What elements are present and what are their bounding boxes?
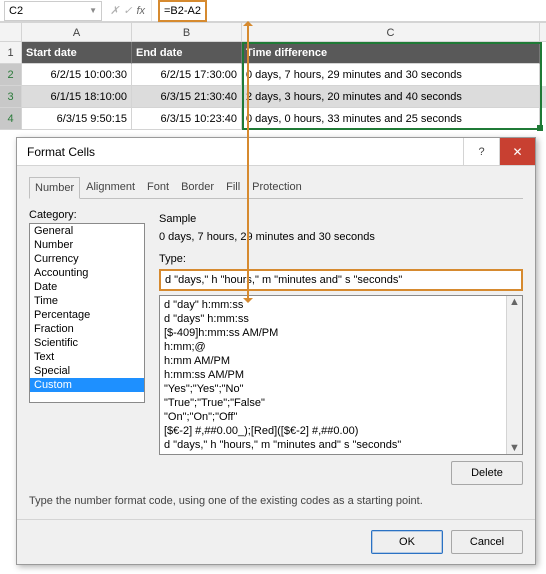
delete-button[interactable]: Delete: [451, 461, 523, 485]
type-list[interactable]: d "day" h:mm:ss d "days" h:mm:ss [$-409]…: [159, 295, 523, 455]
category-date[interactable]: Date: [30, 280, 144, 294]
fx-icon[interactable]: fx: [136, 5, 145, 17]
spreadsheet-grid: A B C 1 Start date End date Time differe…: [0, 22, 546, 130]
ok-button[interactable]: OK: [371, 530, 443, 554]
column-header-b[interactable]: B: [132, 23, 242, 41]
type-option[interactable]: h:mm AM/PM: [160, 354, 522, 368]
row-header-3[interactable]: 3: [0, 86, 22, 108]
scrollbar[interactable]: ▲▼: [506, 296, 522, 454]
name-box[interactable]: C2 ▼: [4, 1, 102, 21]
tab-number[interactable]: Number: [29, 177, 80, 199]
name-box-text: C2: [9, 5, 23, 17]
dialog-title: Format Cells: [27, 145, 95, 159]
formula-bar[interactable]: =B2-A2: [152, 0, 546, 22]
header-cell-diff[interactable]: Time difference: [242, 42, 540, 64]
cell-a3[interactable]: 6/1/15 18:10:00: [22, 86, 132, 108]
category-number[interactable]: Number: [30, 238, 144, 252]
type-option[interactable]: d "day" h:mm:ss: [160, 298, 522, 312]
dialog-titlebar[interactable]: Format Cells ? ✕: [17, 138, 535, 166]
cell-a4[interactable]: 6/3/15 9:50:15: [22, 108, 132, 130]
cell-b2[interactable]: 6/2/15 17:30:00: [132, 64, 242, 86]
header-cell-end[interactable]: End date: [132, 42, 242, 64]
scroll-up-icon[interactable]: ▲: [509, 296, 520, 308]
type-option[interactable]: "Yes";"Yes";"No": [160, 382, 522, 396]
chevron-down-icon[interactable]: ▼: [89, 6, 97, 15]
row-header-1[interactable]: 1: [0, 42, 22, 64]
hint-text: Type the number format code, using one o…: [29, 495, 523, 507]
header-cell-start[interactable]: Start date: [22, 42, 132, 64]
category-list[interactable]: General Number Currency Accounting Date …: [29, 223, 145, 403]
category-custom[interactable]: Custom: [30, 378, 144, 392]
category-time[interactable]: Time: [30, 294, 144, 308]
cancel-icon[interactable]: ✗: [110, 4, 119, 17]
type-option[interactable]: [$€-2] #,##0.00_);[Red]([$€-2] #,##0.00): [160, 424, 522, 438]
category-text[interactable]: Text: [30, 350, 144, 364]
category-label: Category:: [29, 209, 145, 221]
tab-protection[interactable]: Protection: [246, 176, 308, 198]
category-percentage[interactable]: Percentage: [30, 308, 144, 322]
category-accounting[interactable]: Accounting: [30, 266, 144, 280]
category-special[interactable]: Special: [30, 364, 144, 378]
category-general[interactable]: General: [30, 224, 144, 238]
type-label: Type:: [159, 253, 523, 265]
row-header-4[interactable]: 4: [0, 108, 22, 130]
tab-fill[interactable]: Fill: [220, 176, 246, 198]
cell-b4[interactable]: 6/3/15 10:23:40: [132, 108, 242, 130]
tab-font[interactable]: Font: [141, 176, 175, 198]
annotation-arrow: [247, 22, 249, 302]
column-header-c[interactable]: C: [242, 23, 540, 41]
row-header-2[interactable]: 2: [0, 64, 22, 86]
formula-text: =B2-A2: [158, 0, 207, 22]
formula-tools: ✗ ✓ fx: [104, 0, 152, 21]
cell-c2[interactable]: 0 days, 7 hours, 29 minutes and 30 secon…: [242, 64, 540, 86]
accept-icon[interactable]: ✓: [123, 4, 132, 17]
type-input[interactable]: [159, 269, 523, 291]
dialog-tabs: Number Alignment Font Border Fill Protec…: [29, 176, 523, 199]
tab-alignment[interactable]: Alignment: [80, 176, 141, 198]
cell-c3[interactable]: 2 days, 3 hours, 20 minutes and 40 secon…: [242, 86, 540, 108]
format-cells-dialog: Format Cells ? ✕ Number Alignment Font B…: [16, 137, 536, 565]
category-fraction[interactable]: Fraction: [30, 322, 144, 336]
type-option[interactable]: d "days" h:mm:ss: [160, 312, 522, 326]
category-scientific[interactable]: Scientific: [30, 336, 144, 350]
cell-c4[interactable]: 0 days, 0 hours, 33 minutes and 25 secon…: [242, 108, 540, 130]
type-option[interactable]: [$-409]h:mm:ss AM/PM: [160, 326, 522, 340]
select-all-corner[interactable]: [0, 23, 22, 41]
sample-label: Sample: [159, 213, 523, 225]
category-currency[interactable]: Currency: [30, 252, 144, 266]
close-button[interactable]: ✕: [499, 138, 535, 165]
type-option[interactable]: "True";"True";"False": [160, 396, 522, 410]
help-button[interactable]: ?: [463, 138, 499, 165]
scroll-down-icon[interactable]: ▼: [509, 442, 520, 454]
type-option[interactable]: h:mm;@: [160, 340, 522, 354]
cancel-button[interactable]: Cancel: [451, 530, 523, 554]
type-option[interactable]: d "days," h "hours," m "minutes and" s "…: [160, 438, 522, 452]
sample-value: 0 days, 7 hours, 29 minutes and 30 secon…: [159, 231, 523, 243]
tab-border[interactable]: Border: [175, 176, 220, 198]
cell-b3[interactable]: 6/3/15 21:30:40: [132, 86, 242, 108]
cell-a2[interactable]: 6/2/15 10:00:30: [22, 64, 132, 86]
column-header-a[interactable]: A: [22, 23, 132, 41]
type-option[interactable]: "On";"On";"Off": [160, 410, 522, 424]
type-option[interactable]: h:mm:ss AM/PM: [160, 368, 522, 382]
